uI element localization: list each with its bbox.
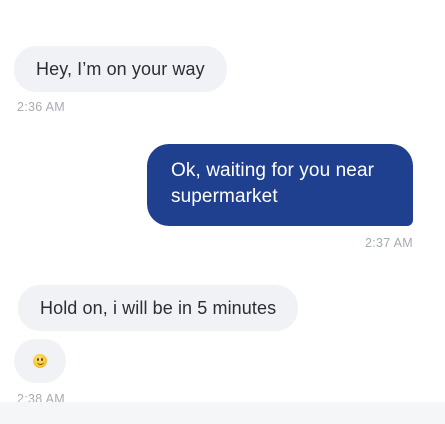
- message-text: Hey, I’m on your way: [36, 58, 205, 79]
- smiling-face-emoji-icon: [33, 354, 47, 368]
- message-timestamp: 2:36 AM: [17, 100, 65, 114]
- message-bubble-emoji[interactable]: [14, 339, 66, 383]
- message-bubble-incoming[interactable]: Hey, I’m on your way: [14, 46, 227, 92]
- message-bubble-outgoing[interactable]: Ok, waiting for you near supermarket: [147, 144, 413, 226]
- message-text: Ok, waiting for you near supermarket: [171, 160, 375, 207]
- composer-area-edge: [0, 402, 445, 424]
- message-text: Hold on, i will be in 5 minutes: [40, 297, 277, 318]
- message-timestamp: 2:37 AM: [365, 236, 413, 250]
- message-bubble-incoming[interactable]: Hold on, i will be in 5 minutes: [18, 285, 299, 331]
- chat-thread: Hey, I’m on your way 2:36 AM Ok, waiting…: [0, 0, 445, 424]
